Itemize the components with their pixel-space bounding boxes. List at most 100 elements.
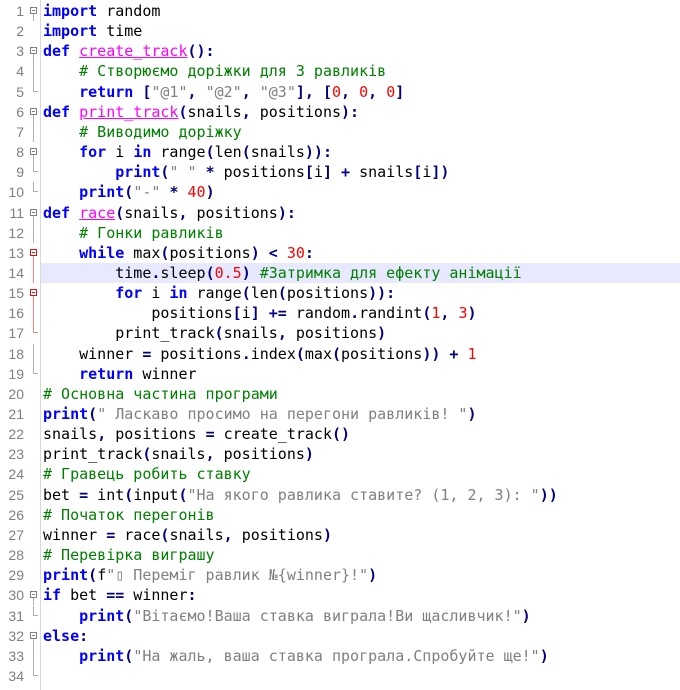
code-text[interactable]: if bet == winner: xyxy=(43,585,197,605)
code-line[interactable]: 21 print(" Ласкаво просимо на перегони ра… xyxy=(0,404,680,424)
code-text[interactable]: print_track(snails, positions) xyxy=(43,323,386,343)
code-text[interactable]: import random xyxy=(43,1,160,21)
fold-toggle-icon[interactable] xyxy=(29,585,39,606)
fold-toggle-icon[interactable] xyxy=(29,243,39,263)
code-text[interactable]: return ["@1", "@2", "@3"], [0, 0, 0] xyxy=(43,82,404,102)
code-token: f xyxy=(97,566,107,585)
code-line[interactable]: 14 time.sleep(0.5) #Затримка для ефекту … xyxy=(0,262,680,284)
code-text[interactable]: def create_track(): xyxy=(43,41,215,61)
code-line[interactable]: 16 positions[i] += random.randint(1, 3) xyxy=(0,303,680,324)
code-token: 0 xyxy=(332,82,342,101)
code-text[interactable]: bet = int(input("На якого равлика ставит… xyxy=(43,485,558,505)
code-text[interactable]: # Перевірка виграшу xyxy=(43,545,215,565)
code-text[interactable]: # Виводимо доріжку xyxy=(43,122,242,142)
code-text[interactable]: print(" " * positions[i] + snails[i]) xyxy=(43,162,449,182)
code-line[interactable]: 11 def race(snails, positions): xyxy=(0,203,680,223)
code-text[interactable]: while max(positions) < 30: xyxy=(43,243,314,263)
line-number: 30 xyxy=(8,587,24,604)
code-token: range xyxy=(151,143,206,162)
code-text[interactable]: winner = race(snails, positions) xyxy=(43,525,332,545)
code-line[interactable]: 4 # Створюємо доріжки для 3 равликів xyxy=(0,61,680,82)
code-text[interactable]: # Гонки равликів xyxy=(43,223,224,243)
fold-toggle-icon[interactable] xyxy=(29,102,39,122)
code-line[interactable]: 13 while max(positions) < 30: xyxy=(0,243,680,263)
code-text[interactable]: # Гравець робить ставку xyxy=(43,464,251,484)
code-text[interactable]: positions[i] += random.randint(1, 3) xyxy=(43,303,476,323)
code-token: positions xyxy=(115,425,206,444)
code-text[interactable]: print_track(snails, positions) xyxy=(43,444,314,464)
code-line[interactable]: 7 # Виводимо доріжку xyxy=(0,121,680,143)
code-text[interactable]: print("-" * 40) xyxy=(43,182,214,202)
code-text[interactable]: print("На жаль, ваша ставка програла.Спр… xyxy=(43,646,549,666)
code-token: winner xyxy=(43,525,107,544)
code-line[interactable]: 31 print("Вітаємо!Ваша ставка виграла!Ви… xyxy=(0,605,680,626)
code-line[interactable]: 3 def create_track(): xyxy=(0,41,680,62)
code-token: ( xyxy=(241,143,251,162)
code-line[interactable]: 17 print_track(snails, positions) xyxy=(0,323,680,343)
line-number: 12 xyxy=(8,224,24,241)
code-line[interactable]: 9 print(" " * positions[i] + snails[i]) xyxy=(0,162,680,182)
line-number: 15 xyxy=(8,285,24,302)
code-token: print xyxy=(79,606,125,625)
code-line[interactable]: 25 bet = int(input("На якого равлика став… xyxy=(0,485,680,505)
code-line[interactable]: 19 return winner xyxy=(0,363,680,384)
fold-toggle-icon[interactable] xyxy=(29,203,39,223)
code-line[interactable]: 32 else: xyxy=(0,626,680,646)
code-text[interactable]: print(f"▯ Переміг равлик №{winner}!") xyxy=(43,565,377,585)
code-line[interactable]: 1 import random xyxy=(0,1,680,22)
fold-toggle-icon[interactable] xyxy=(29,283,39,304)
code-line[interactable]: 18 winner = positions.index(max(position… xyxy=(0,343,680,364)
code-editor[interactable]: 1 import random 2 import time 3 def create_tr… xyxy=(0,0,680,690)
code-line[interactable]: 26 # Початок перегонів xyxy=(0,505,680,525)
code-token: snails xyxy=(223,324,278,343)
code-text[interactable]: for i in range(len(positions)): xyxy=(43,283,395,303)
code-line[interactable]: 6 def print_track(snails, positions): xyxy=(0,102,680,122)
code-text[interactable]: # Початок перегонів xyxy=(43,505,215,525)
fold-guide-line xyxy=(29,645,39,666)
code-token: # Основна частина програми xyxy=(43,384,278,403)
code-text[interactable]: time.sleep(0.5) #Затримка для ефекту ані… xyxy=(43,262,522,284)
code-line[interactable]: 24 # Гравець робить ставку xyxy=(0,464,680,484)
code-text[interactable]: # Основна частина програми xyxy=(43,384,278,404)
fold-toggle-icon[interactable] xyxy=(29,142,39,163)
code-line[interactable]: 27 winner = race(snails, positions) xyxy=(0,525,680,545)
code-line[interactable]: 2 import time xyxy=(0,21,680,41)
code-line[interactable]: 34 xyxy=(0,665,680,686)
code-text[interactable]: print("Вітаємо!Ваша ставка виграла!Ви ща… xyxy=(43,606,531,626)
fold-toggle-icon[interactable] xyxy=(29,1,39,22)
fold-toggle-icon[interactable] xyxy=(29,626,39,646)
code-text[interactable]: def print_track(snails, positions): xyxy=(43,102,359,122)
code-text[interactable]: for i in range(len(snails)): xyxy=(43,142,332,162)
code-line[interactable]: 30 if bet == winner: xyxy=(0,585,680,606)
code-line[interactable]: 10 print("-" * 40) xyxy=(0,182,680,202)
code-token: ) xyxy=(304,445,314,464)
code-line[interactable]: 12 # Гонки равликів xyxy=(0,222,680,243)
code-line[interactable]: 23 print_track(snails, positions) xyxy=(0,444,680,464)
code-token: ] xyxy=(250,304,260,323)
code-text[interactable]: return winner xyxy=(43,364,196,384)
code-text[interactable]: print(" Ласкаво просимо на перегони равл… xyxy=(43,404,476,424)
code-line[interactable]: 20 # Основна частина програми xyxy=(0,384,680,404)
fold-toggle-icon[interactable] xyxy=(29,41,39,62)
code-token: positions xyxy=(286,284,369,303)
code-line[interactable]: 8 for i in range(len(snails)): xyxy=(0,142,680,163)
code-text[interactable]: winner = positions.index(max(positions))… xyxy=(43,344,476,364)
code-text[interactable]: import time xyxy=(43,21,142,41)
code-text[interactable]: # Створюємо доріжки для 3 равликів xyxy=(43,61,386,81)
code-text[interactable]: snails, positions = create_track() xyxy=(43,424,350,444)
code-line[interactable]: 5 return ["@1", "@2", "@3"], [0, 0, 0] xyxy=(0,81,680,102)
code-text[interactable]: def race(snails, positions): xyxy=(43,203,296,223)
code-line[interactable]: 28 # Перевірка виграшу xyxy=(0,545,680,565)
fold-guide-line xyxy=(29,303,39,324)
code-text[interactable]: else: xyxy=(43,626,88,646)
code-token: . xyxy=(350,304,360,323)
code-line[interactable]: 15 for i in range(len(positions)): xyxy=(0,283,680,304)
code-token: , xyxy=(223,525,242,544)
code-line[interactable]: 29 print(f"▯ Переміг равлик №{winner}!") xyxy=(0,565,680,585)
code-token: if xyxy=(43,586,62,605)
code-line[interactable]: 22 snails, positions = create_track() xyxy=(0,424,680,444)
code-line[interactable]: 33 print("На жаль, ваша ставка програла.… xyxy=(0,645,680,666)
code-token: : xyxy=(187,586,197,605)
code-token: [ xyxy=(232,304,242,323)
